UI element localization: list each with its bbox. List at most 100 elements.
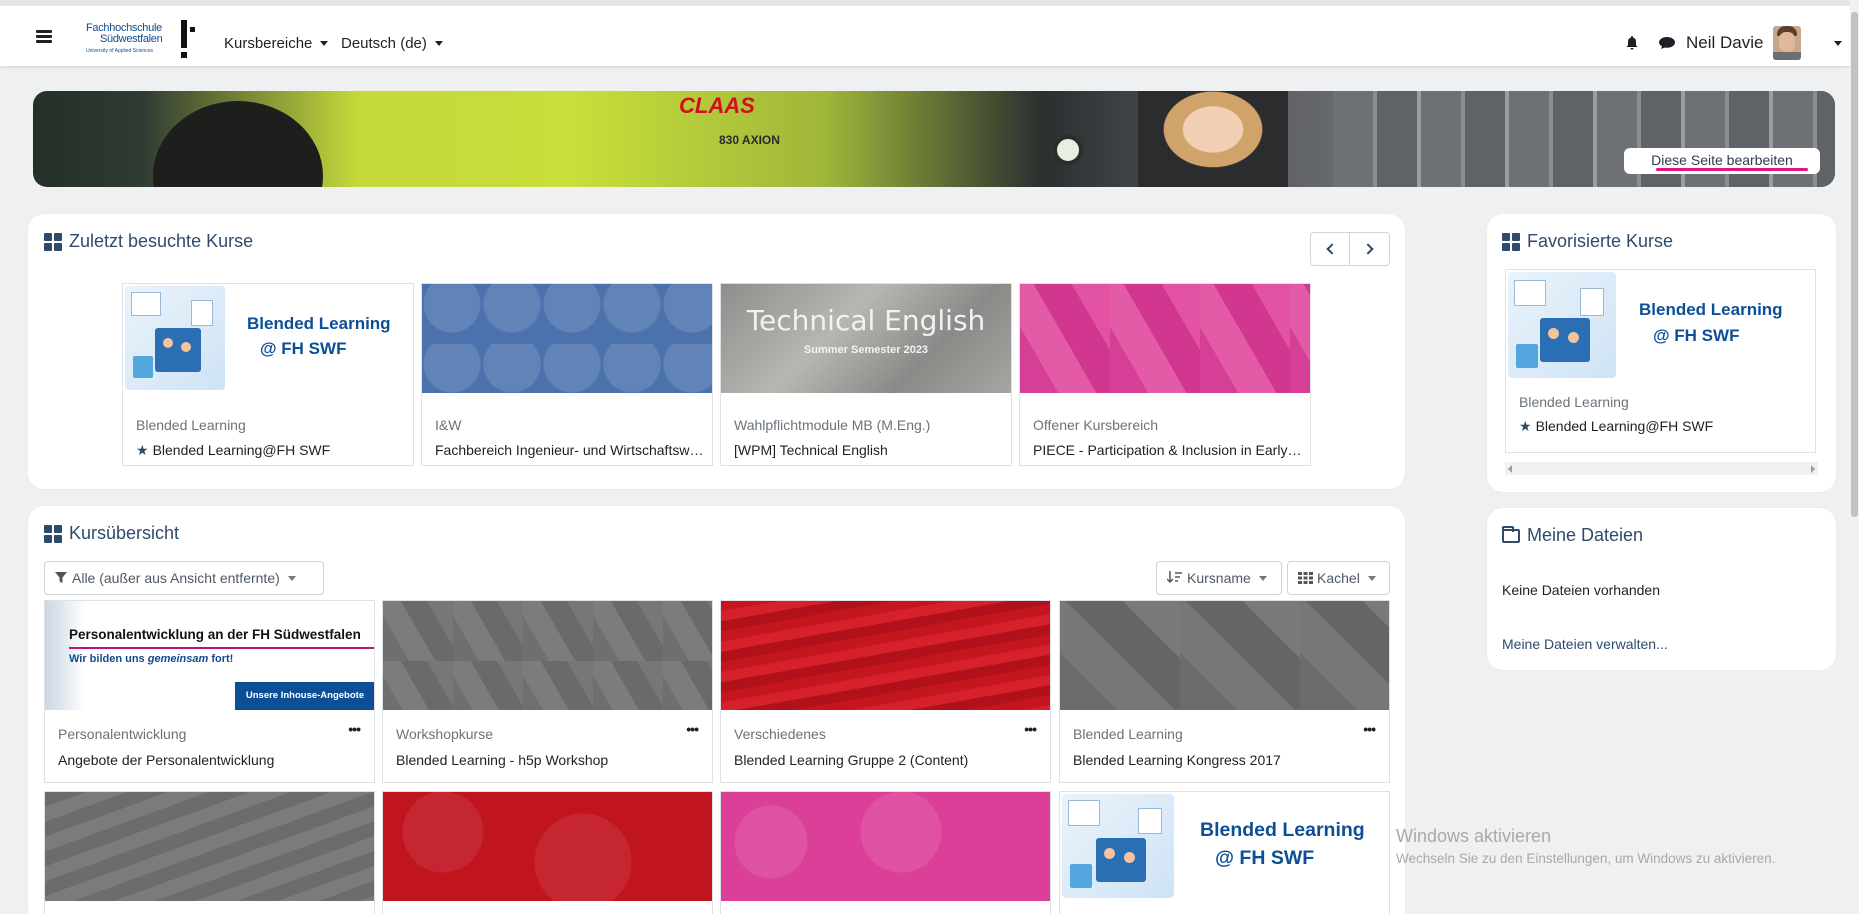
filter-label: Alle (außer aus Ansicht entfernte) xyxy=(72,570,280,586)
course-image xyxy=(383,601,712,710)
chat-icon[interactable] xyxy=(1659,37,1675,49)
course-image xyxy=(721,792,1050,901)
course-image-title: Blended Learning xyxy=(1639,300,1783,319)
course-image xyxy=(383,792,712,901)
menu-language-label: Deutsch (de) xyxy=(341,35,427,52)
course-name[interactable]: Blended Learning Gruppe 2 (Content) xyxy=(734,752,1042,768)
favorite-courses-title-text: Favorisierte Kurse xyxy=(1527,231,1674,251)
my-files-title: Meine Dateien xyxy=(1502,525,1643,546)
chevron-down-icon xyxy=(320,41,329,46)
course-illustration xyxy=(125,286,225,390)
filter-dropdown[interactable]: Alle (außer aus Ansicht entfernte) xyxy=(44,561,324,595)
course-image xyxy=(1060,601,1389,710)
course-name[interactable]: ★ Blended Learning@FH SWF xyxy=(1519,418,1807,435)
sort-label: Kursname xyxy=(1187,570,1251,586)
chevron-down-icon xyxy=(434,41,443,46)
tiles-icon xyxy=(1298,572,1313,584)
edit-page-button[interactable]: Diese Seite bearbeiten xyxy=(1624,148,1820,174)
course-tile[interactable] xyxy=(720,791,1051,914)
windows-activation-title: Windows aktivieren xyxy=(1396,826,1552,846)
course-tile[interactable] xyxy=(44,791,375,914)
avatar[interactable] xyxy=(1773,26,1801,60)
filter-icon xyxy=(55,572,67,583)
course-category: Blended Learning xyxy=(1073,726,1183,742)
course-name[interactable]: Blended Learning Kongress 2017 xyxy=(1073,752,1381,768)
sort-icon xyxy=(1167,571,1182,584)
view-dropdown[interactable]: Kachel xyxy=(1287,561,1390,595)
course-name[interactable]: PIECE - Participation & Inclusion in Ear… xyxy=(1033,442,1302,458)
course-name[interactable]: Blended Learning - h5p Workshop xyxy=(396,752,704,768)
recent-course-tile[interactable]: I&W Fachbereich Ingenieur- und Wirtschaf… xyxy=(421,283,713,466)
view-label: Kachel xyxy=(1317,570,1360,586)
course-actions-button[interactable]: ••• xyxy=(1363,721,1376,737)
menu-language[interactable]: Deutsch (de) xyxy=(341,35,443,52)
favorite-course-tile[interactable]: Blended Learning @ FH SWF Blended Learni… xyxy=(1505,269,1816,453)
chevron-right-icon xyxy=(1361,243,1374,255)
menu-kursbereiche-label: Kursbereiche xyxy=(224,35,313,52)
course-image-subtitle: @ FH SWF xyxy=(1653,326,1740,345)
hamburger-icon[interactable] xyxy=(36,30,52,43)
scroll-left-icon[interactable] xyxy=(1508,465,1512,473)
favorites-scrollbar[interactable] xyxy=(1505,462,1818,475)
image-divider xyxy=(69,647,374,649)
course-actions-button[interactable]: ••• xyxy=(686,721,699,737)
course-tile[interactable]: Personalentwicklung an der FH Südwestfal… xyxy=(44,600,375,783)
logo-mark-dot xyxy=(190,27,195,32)
course-actions-button[interactable]: ••• xyxy=(348,721,361,737)
course-name[interactable]: [WPM] Technical English xyxy=(734,442,1003,458)
course-image-subtitle: Summer Semester 2023 xyxy=(803,344,929,356)
logo-mark xyxy=(181,20,187,48)
course-tile[interactable]: Verschiedenes ••• Blended Learning Grupp… xyxy=(720,600,1051,783)
menu-kursbereiche[interactable]: Kursbereiche xyxy=(224,35,329,52)
site-logo[interactable]: Fachhochschule Südwestfalen University o… xyxy=(86,20,198,60)
star-icon: ★ xyxy=(136,442,149,458)
image-sub-emph: gemeinsam xyxy=(147,653,209,665)
course-image xyxy=(45,792,374,901)
chevron-left-icon xyxy=(1326,243,1338,255)
chevron-down-icon xyxy=(287,575,296,581)
course-image-subtitle: Wir bilden uns gemeinsam fort! xyxy=(69,653,233,665)
grid-icon xyxy=(44,232,62,251)
course-name-text: Blended Learning@FH SWF xyxy=(1535,418,1714,434)
manage-files-link[interactable]: Meine Dateien verwalten... xyxy=(1502,636,1668,652)
course-name[interactable]: ★ Blended Learning@FH SWF xyxy=(136,434,405,465)
course-image xyxy=(721,601,1050,710)
course-name[interactable]: Angebote der Personalentwicklung xyxy=(58,752,366,768)
course-name[interactable]: Fachbereich Ingenieur- und Wirtschaftswi… xyxy=(435,442,704,458)
user-name[interactable]: Neil Davie xyxy=(1686,33,1763,53)
course-image: Blended Learning @ FH SWF xyxy=(1506,270,1815,382)
page-scrollbar[interactable] xyxy=(1850,0,1859,914)
course-name-text: Blended Learning@FH SWF xyxy=(152,442,331,458)
prev-button[interactable] xyxy=(1310,232,1350,266)
course-image xyxy=(422,284,712,393)
recent-course-tile[interactable]: Blended Learning @ FH SWF Blended Learni… xyxy=(122,283,414,466)
course-illustration xyxy=(1062,794,1174,898)
recent-course-tile[interactable]: Technical English Summer Semester 2023 W… xyxy=(720,283,1012,466)
sort-dropdown[interactable]: Kursname xyxy=(1156,561,1282,595)
logo-mark-base xyxy=(181,52,187,58)
course-tile[interactable]: Workshopkurse ••• Blended Learning - h5p… xyxy=(382,600,713,783)
image-sub-prefix: Wir bilden uns xyxy=(69,653,145,665)
banner-lamp xyxy=(1053,135,1083,165)
course-category: I&W xyxy=(435,417,462,433)
course-category: Verschiedenes xyxy=(734,726,826,742)
course-tile[interactable]: Blended Learning @ FH SWF xyxy=(1059,791,1390,914)
recent-courses-title-text: Zuletzt besuchte Kurse xyxy=(69,231,254,251)
edit-page-underline xyxy=(1656,168,1808,171)
course-tile[interactable] xyxy=(382,791,713,914)
no-files-text: Keine Dateien vorhanden xyxy=(1502,582,1661,598)
scrollbar-thumb[interactable] xyxy=(1851,12,1858,517)
bell-icon[interactable] xyxy=(1626,36,1638,50)
top-navbar: Fachhochschule Südwestfalen University o… xyxy=(0,0,1850,66)
scroll-right-icon[interactable] xyxy=(1811,465,1815,473)
chevron-down-icon[interactable] xyxy=(1834,41,1842,46)
course-image xyxy=(1020,284,1310,393)
recent-courses-title: Zuletzt besuchte Kurse xyxy=(44,231,253,252)
next-button[interactable] xyxy=(1350,232,1390,266)
course-image-heading: Personalentwicklung an der FH Südwestfal… xyxy=(69,627,361,642)
banner-person xyxy=(1138,91,1288,187)
image-sub-suffix: fort! xyxy=(211,653,234,665)
recent-course-tile[interactable]: Offener Kursbereich PIECE - Participatio… xyxy=(1019,283,1311,466)
course-actions-button[interactable]: ••• xyxy=(1024,721,1037,737)
course-tile[interactable]: Blended Learning ••• Blended Learning Ko… xyxy=(1059,600,1390,783)
